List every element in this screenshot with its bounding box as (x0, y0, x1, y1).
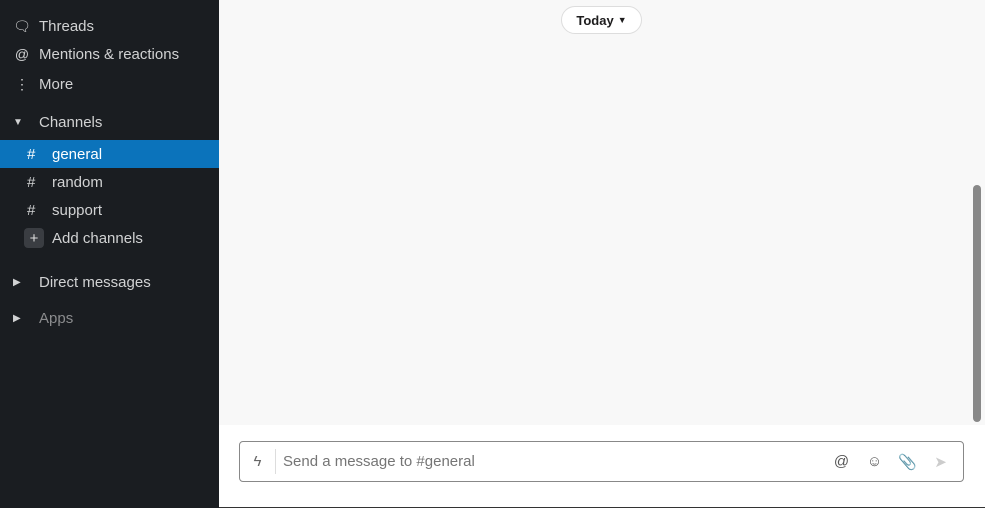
section-label: Channels (39, 113, 103, 131)
hash-icon: # (27, 145, 36, 163)
message-composer: ϟ @ ☺ 📎 ➤ (239, 441, 964, 482)
attachment-paperclip-icon[interactable]: 📎 (891, 453, 924, 471)
apps-header[interactable]: ▶ Apps (0, 304, 219, 332)
direct-messages-header[interactable]: ▶ Direct messages (0, 268, 219, 296)
sidebar: 🗨 Threads @ Mentions & reactions ⋮ More ▼ Ch… (0, 0, 219, 508)
channel-random[interactable]: # random (0, 168, 219, 196)
nav-more[interactable]: ⋮ More (0, 70, 219, 98)
channel-name: general (52, 145, 103, 163)
section-label: Direct messages (39, 273, 151, 291)
date-label: Today (576, 12, 614, 28)
composer-area: ϟ @ ☺ 📎 ➤ (219, 425, 985, 508)
hash-icon: # (27, 173, 36, 191)
caret-right-icon: ▶ (13, 276, 21, 288)
nav-label: Threads (39, 17, 95, 35)
caret-right-icon: ▶ (13, 312, 21, 324)
nav-mentions[interactable]: @ Mentions & reactions (0, 40, 219, 68)
hash-icon: # (27, 201, 36, 219)
shortcuts-bolt-icon[interactable]: ϟ (240, 449, 276, 474)
emoji-icon[interactable]: ☺ (858, 453, 891, 470)
channel-support[interactable]: # support (0, 196, 219, 224)
nav-label: Mentions & reactions (39, 45, 180, 63)
message-input[interactable] (276, 453, 825, 470)
date-divider-button[interactable]: Today ▼ (561, 6, 642, 34)
section-label: Apps (39, 309, 74, 327)
send-icon[interactable]: ➤ (924, 453, 957, 471)
channel-name: support (52, 201, 103, 219)
add-channels-label: Add channels (52, 229, 143, 247)
nav-label: More (39, 75, 74, 93)
nav-threads[interactable]: 🗨 Threads (0, 12, 219, 40)
mention-at-icon[interactable]: @ (825, 453, 858, 470)
plus-icon: + (24, 228, 44, 248)
channels-header[interactable]: ▼ Channels (0, 108, 219, 136)
message-pane: Today▼ ϟ @ ☺ 📎 ➤ (219, 0, 985, 508)
scrollbar[interactable] (973, 185, 981, 422)
chevron-down-icon: ▼ (617, 15, 627, 25)
threads-icon: 🗨 (13, 17, 31, 34)
at-icon: @ (14, 46, 30, 62)
more-icon: ⋮ (15, 75, 29, 92)
channel-name: random (52, 173, 103, 191)
channel-general[interactable]: # general (0, 140, 219, 168)
add-channels-button[interactable]: + Add channels (0, 224, 219, 252)
caret-down-icon: ▼ (13, 116, 23, 128)
